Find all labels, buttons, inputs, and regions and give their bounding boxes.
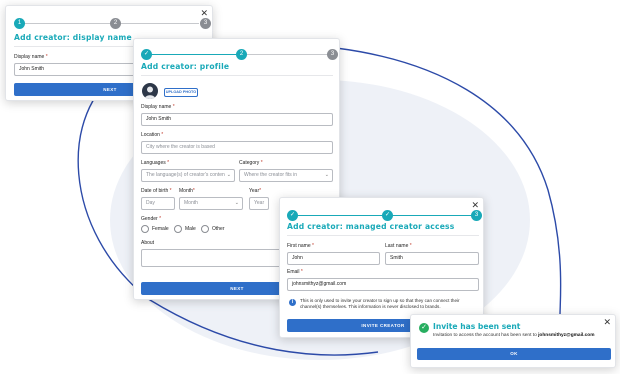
first-name-label: First name * xyxy=(287,243,314,249)
invite-sent-dialog: ✕ ✓ Invite has been sent Invitation to a… xyxy=(410,314,616,368)
location-input[interactable]: City where the creator is based xyxy=(141,141,333,154)
step-2-complete-icon: ✓ xyxy=(382,210,393,221)
chevron-down-icon: ⌄ xyxy=(324,172,329,178)
ok-button[interactable]: OK xyxy=(417,348,611,360)
divider xyxy=(287,235,479,236)
gender-female-label: Female xyxy=(152,226,169,232)
step-line xyxy=(393,215,473,216)
close-icon[interactable]: ✕ xyxy=(603,318,611,327)
email-label: Email * xyxy=(287,269,303,275)
step-1: 1 xyxy=(14,18,25,29)
divider xyxy=(141,75,333,76)
category-label: Category * xyxy=(239,160,263,166)
step-line xyxy=(121,23,199,24)
dialog-title: Add creator: display name xyxy=(14,33,132,42)
year-input[interactable]: Year xyxy=(249,197,269,210)
year-label: Year* xyxy=(249,188,262,194)
step-3: 3 xyxy=(327,49,338,60)
upload-photo-button[interactable]: UPLOAD PHOTO xyxy=(164,88,198,97)
step-1-complete-icon: ✓ xyxy=(287,210,298,221)
dialog-title: Add creator: managed creator access xyxy=(287,222,455,231)
languages-label: Languages * xyxy=(141,160,170,166)
step-3: 3 xyxy=(200,18,211,29)
close-icon[interactable]: ✕ xyxy=(471,201,479,210)
day-input[interactable]: Day xyxy=(141,197,175,210)
display-name-input[interactable]: John Smith xyxy=(141,113,333,126)
step-line xyxy=(152,54,236,55)
date-of-birth-label: Date of birth * xyxy=(141,188,172,194)
step-line xyxy=(25,23,110,24)
check-circle-icon: ✓ xyxy=(419,323,429,333)
info-icon: i xyxy=(289,299,296,306)
avatar xyxy=(142,83,158,99)
user-silhouette-icon xyxy=(144,86,156,99)
gender-other-radio[interactable] xyxy=(201,225,209,233)
gender-male-label: Male xyxy=(185,226,196,232)
first-name-input[interactable]: John xyxy=(287,252,380,265)
month-select[interactable]: Month ⌄ xyxy=(179,197,243,210)
step-line xyxy=(298,215,382,216)
chevron-down-icon: ⌄ xyxy=(226,172,231,178)
gender-other-label: Other xyxy=(212,226,225,232)
step-1-complete-icon: ✓ xyxy=(141,49,152,60)
toast-title: Invite has been sent xyxy=(433,322,521,331)
location-label: Location * xyxy=(141,132,164,138)
info-text: This is only used to invite your creator… xyxy=(300,298,460,309)
display-name-label: Display name * xyxy=(141,104,175,110)
stepper: ✓ 2 3 xyxy=(141,49,338,61)
toast-message: Invitation to access the account has bee… xyxy=(433,333,595,338)
category-select[interactable]: Where the creator fits in ⌄ xyxy=(239,169,333,182)
step-2: 2 xyxy=(110,18,121,29)
dialog-title: Add creator: profile xyxy=(141,62,230,71)
stepper: 1 2 3 xyxy=(14,18,211,30)
month-label: Month* xyxy=(179,188,195,194)
chevron-down-icon: ⌄ xyxy=(234,200,239,206)
gender-label: Gender * xyxy=(141,216,162,222)
last-name-label: Last name * xyxy=(385,243,412,249)
languages-select[interactable]: The language(s) of creator's conten ⌄ xyxy=(141,169,235,182)
step-line xyxy=(247,54,327,55)
last-name-input[interactable]: Smith xyxy=(385,252,479,265)
email-input[interactable]: johnsmithyz@gmail.com xyxy=(287,278,479,291)
gender-female-radio[interactable] xyxy=(141,225,149,233)
step-2: 2 xyxy=(236,49,247,60)
step-3: 3 xyxy=(471,210,482,221)
about-label: About xyxy=(141,240,155,246)
gender-male-radio[interactable] xyxy=(174,225,182,233)
invited-email: johnsmithyz@gmail.com xyxy=(538,333,595,338)
close-icon[interactable]: ✕ xyxy=(200,9,208,18)
display-name-label: Display name * xyxy=(14,54,48,60)
stepper: ✓ ✓ 3 xyxy=(287,210,482,222)
